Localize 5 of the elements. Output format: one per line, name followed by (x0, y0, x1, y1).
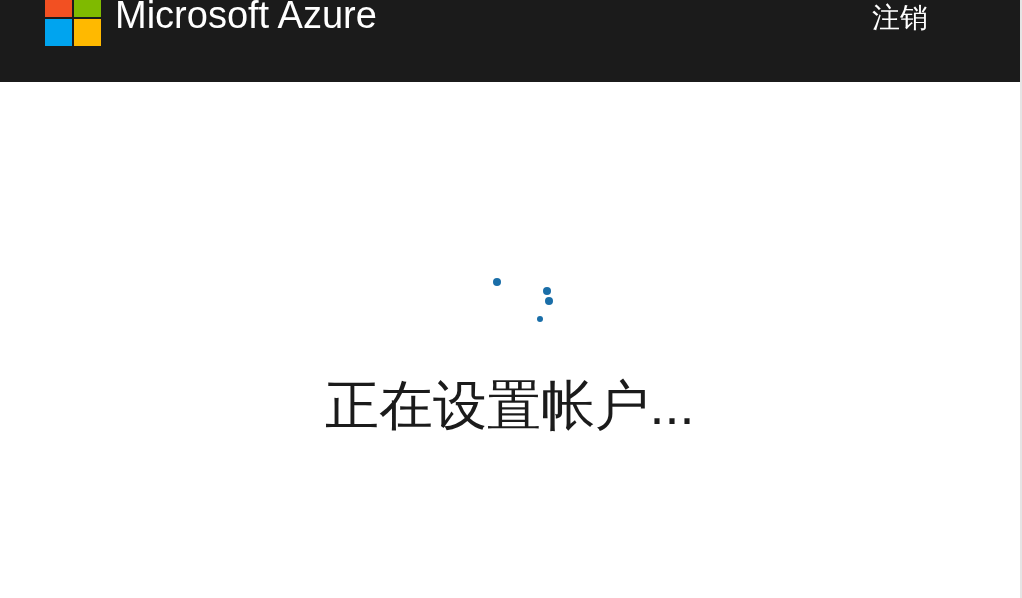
brand-name: Microsoft Azure (115, 0, 377, 34)
logo-icon (45, 0, 101, 46)
spinner-icon (493, 278, 553, 322)
status-message: 正在设置帐户... (325, 378, 695, 432)
sign-out-link[interactable]: 注销 (872, 4, 928, 32)
